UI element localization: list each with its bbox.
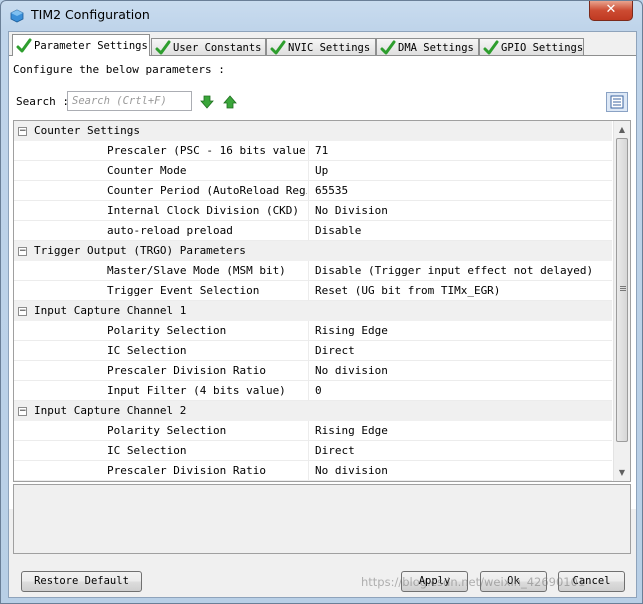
parameter-row[interactable]: Prescaler (PSC - 16 bits value) 71 (14, 141, 612, 161)
tab-label: DMA Settings (398, 42, 474, 54)
parameter-value[interactable]: Up (315, 161, 328, 181)
parameter-grid: − Counter Settings Prescaler (PSC - 16 bit… (13, 120, 631, 482)
parameter-name: Counter Period (AutoReload Regi... (107, 184, 307, 197)
arrow-up-icon[interactable] (223, 95, 237, 109)
dialog-client-area: Parameter Settings User Constants NVIC Set… (8, 31, 637, 598)
group-name: Input Capture Channel 2 (34, 404, 187, 417)
tab-strip: Parameter Settings User Constants NVIC Set… (9, 34, 636, 57)
parameter-row[interactable]: Prescaler Division Ratio No division (14, 361, 612, 381)
parameter-row[interactable]: Polarity Selection Rising Edge (14, 321, 612, 341)
parameter-value[interactable]: No division (315, 461, 388, 481)
collapse-toggle-icon[interactable]: − (18, 307, 27, 316)
collapse-toggle-icon[interactable]: − (18, 127, 27, 136)
collapse-toggle-icon[interactable]: − (18, 407, 27, 416)
apply-button[interactable]: Apply (401, 571, 468, 592)
parameter-value[interactable]: Reset (UG bit from TIMx_EGR) (315, 281, 500, 301)
parameter-row[interactable]: Counter Period (AutoReload Regi... 65535 (14, 181, 612, 201)
parameter-name: IC Selection (107, 344, 187, 357)
parameter-name: Internal Clock Division (CKD) (107, 204, 300, 217)
parameter-description-box (13, 484, 631, 554)
group-name: Counter Settings (34, 124, 140, 137)
checkmark-icon (380, 40, 396, 55)
parameter-row[interactable]: Input Filter (4 bits value) 0 (14, 381, 612, 401)
parameter-name: Trigger Event Selection (107, 284, 260, 297)
checkmark-icon (483, 40, 499, 55)
parameter-name: Polarity Selection (107, 324, 227, 337)
cancel-button[interactable]: Cancel (558, 571, 625, 592)
tab-label: Parameter Settings (34, 40, 148, 52)
search-input[interactable] (67, 91, 192, 111)
parameter-value[interactable]: 65535 (315, 181, 348, 201)
parameter-name: Counter Mode (107, 164, 187, 177)
parameter-value[interactable]: Disable (315, 221, 361, 241)
parameter-name: Master/Slave Mode (MSM bit) (107, 264, 286, 277)
group-name: Trigger Output (TRGO) Parameters (34, 244, 246, 257)
close-button[interactable]: ✕ (589, 1, 633, 21)
tab-label: GPIO Settings (501, 42, 584, 54)
scroll-down-icon[interactable]: ▼ (614, 464, 630, 481)
window-title: TIM2 Configuration (31, 7, 150, 22)
parameter-row[interactable]: Internal Clock Division (CKD) No Division (14, 201, 612, 221)
parameter-row[interactable]: Master/Slave Mode (MSM bit) Disable (Trig… (14, 261, 612, 281)
parameter-row[interactable]: Polarity Selection Rising Edge (14, 421, 612, 441)
parameter-value[interactable]: No Division (315, 201, 388, 221)
scrollbar-thumb[interactable] (616, 138, 628, 442)
ok-button[interactable]: Ok (480, 571, 547, 592)
group-header[interactable]: − Counter Settings (14, 121, 612, 141)
parameter-name: Input Filter (4 bits value) (107, 384, 286, 397)
group-header[interactable]: − Input Capture Channel 1 (14, 301, 612, 321)
arrow-down-icon[interactable] (200, 95, 214, 109)
vertical-scrollbar[interactable]: ▲ ▼ (613, 121, 630, 481)
parameter-value[interactable]: 0 (315, 381, 322, 401)
parameter-name: auto-reload preload (107, 224, 233, 237)
parameter-value[interactable]: Direct (315, 341, 355, 361)
parameter-value[interactable]: Disable (Trigger input effect not delaye… (315, 261, 593, 281)
parameter-row[interactable]: Counter Mode Up (14, 161, 612, 181)
parameter-value[interactable]: Rising Edge (315, 421, 388, 441)
group-header[interactable]: − Input Capture Channel 2 (14, 401, 612, 421)
parameter-name: Prescaler Division Ratio (107, 364, 266, 377)
parameter-name: Prescaler (PSC - 16 bits value) (107, 144, 307, 157)
tab-label: User Constants (173, 42, 262, 54)
parameter-value[interactable]: 71 (315, 141, 328, 161)
list-view-icon (610, 95, 624, 109)
parameter-value[interactable]: No division (315, 361, 388, 381)
title-bar[interactable]: TIM2 Configuration ✕ (1, 1, 642, 31)
restore-default-button[interactable]: Restore Default (21, 571, 142, 592)
group-header[interactable]: − Trigger Output (TRGO) Parameters (14, 241, 612, 261)
group-name: Input Capture Channel 1 (34, 304, 187, 317)
parameter-name: Prescaler Division Ratio (107, 464, 266, 477)
checkmark-icon (16, 38, 32, 53)
parameter-value[interactable]: Rising Edge (315, 321, 388, 341)
tab-label: NVIC Settings (288, 42, 371, 54)
checkmark-icon (270, 40, 286, 55)
dialog-window: TIM2 Configuration ✕ Parameter Settings U… (0, 0, 643, 604)
scroll-up-icon[interactable]: ▲ (614, 121, 630, 138)
parameter-row[interactable]: IC Selection Direct (14, 341, 612, 361)
tab-parameter-settings[interactable]: Parameter Settings (12, 34, 150, 56)
list-view-button[interactable] (606, 92, 628, 112)
panel-description: Configure the below parameters : (13, 63, 225, 76)
app-cube-icon (10, 9, 24, 23)
parameter-row[interactable]: IC Selection Direct (14, 441, 612, 461)
parameter-row[interactable]: auto-reload preload Disable (14, 221, 612, 241)
parameter-value[interactable]: Direct (315, 441, 355, 461)
parameter-row[interactable]: Prescaler Division Ratio No division (14, 461, 612, 481)
collapse-toggle-icon[interactable]: − (18, 247, 27, 256)
parameter-row[interactable]: Trigger Event Selection Reset (UG bit fro… (14, 281, 612, 301)
parameter-settings-panel: Configure the below parameters : Search … (9, 55, 636, 509)
parameter-name: IC Selection (107, 444, 187, 457)
parameter-name: Polarity Selection (107, 424, 227, 437)
search-label: Search : (16, 95, 69, 108)
checkmark-icon (155, 40, 171, 55)
